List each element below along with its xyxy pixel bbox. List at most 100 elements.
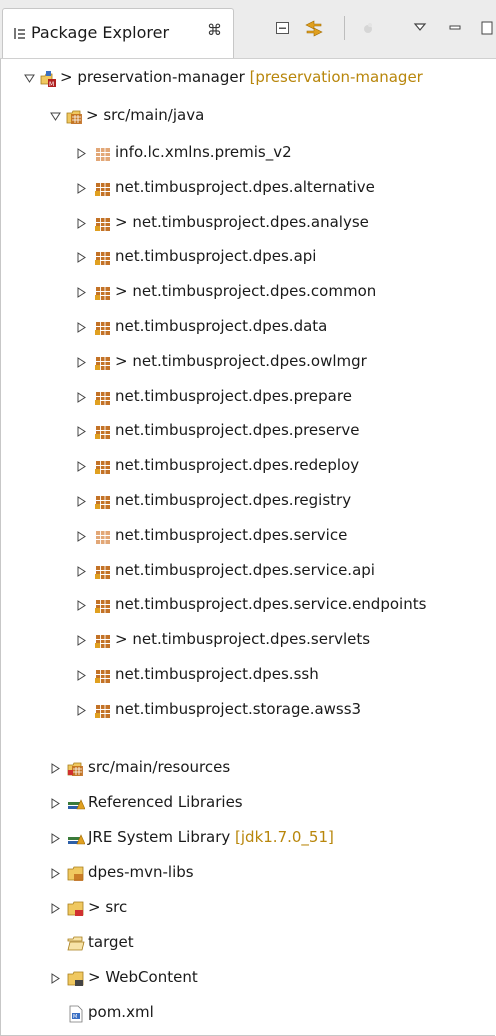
tree-item-package[interactable]: net.timbusproject.dpes.redeploy bbox=[0, 450, 496, 484]
tree-item-src-main-java[interactable]: > src/main/java bbox=[0, 100, 496, 134]
tree-item-referenced-libraries[interactable]: Referenced Libraries bbox=[0, 787, 496, 821]
library-icon bbox=[68, 799, 85, 810]
chevron-down-icon[interactable] bbox=[50, 111, 61, 122]
chevron-right-icon[interactable] bbox=[50, 903, 61, 914]
svg-text:M: M bbox=[49, 81, 54, 88]
tree-item-label: Referenced Libraries bbox=[88, 793, 243, 811]
tree-item-package[interactable]: net.timbusproject.dpes.service.api bbox=[0, 555, 496, 589]
source-folder-icon bbox=[67, 762, 83, 776]
tree-item-label: net.timbusproject.dpes.alternative bbox=[115, 177, 375, 196]
chevron-right-icon[interactable] bbox=[76, 182, 87, 194]
chevron-right-icon[interactable] bbox=[76, 356, 87, 368]
chevron-right-icon[interactable] bbox=[76, 287, 87, 299]
svg-text:M: M bbox=[73, 1014, 77, 1020]
chevron-right-icon[interactable] bbox=[50, 763, 61, 774]
chevron-right-icon[interactable] bbox=[76, 252, 87, 264]
tree-item-label: src/main/resources bbox=[88, 758, 231, 776]
maven-project-icon: M bbox=[40, 71, 56, 88]
package-icon bbox=[95, 287, 110, 301]
tree-item-project[interactable]: M > preservation-manager [preservation-m… bbox=[0, 62, 496, 96]
tree-item-package[interactable]: > net.timbusproject.dpes.analyse bbox=[0, 207, 496, 241]
tree-item-package[interactable]: net.timbusproject.dpes.service bbox=[0, 520, 496, 554]
tree-item-label: net.timbusproject.dpes.service bbox=[115, 525, 348, 544]
tab-package-explorer[interactable]: Package Explorer ⌘ bbox=[2, 8, 234, 58]
chevron-right-icon[interactable] bbox=[76, 217, 87, 229]
dirty-marker: > bbox=[115, 351, 133, 370]
chevron-down-icon[interactable] bbox=[24, 73, 35, 84]
tree-item-label: net.timbusproject.dpes.ssh bbox=[115, 665, 319, 683]
chevron-right-icon[interactable] bbox=[76, 670, 87, 681]
tree-item-src-main-resources[interactable]: src/main/resources bbox=[0, 752, 496, 786]
tree-item-src[interactable]: > src bbox=[0, 892, 496, 926]
tree-item-package[interactable]: net.timbusproject.dpes.service.endpoints bbox=[0, 589, 496, 623]
tree-item-package[interactable]: > net.timbusproject.dpes.servlets bbox=[0, 624, 496, 658]
dirty-marker: > bbox=[115, 212, 133, 231]
tree-item-label: net.timbusproject.dpes.service.api bbox=[115, 560, 375, 579]
chevron-right-icon[interactable] bbox=[50, 973, 61, 984]
tree-item-package[interactable]: net.timbusproject.dpes.preserve bbox=[0, 415, 496, 449]
chevron-right-icon[interactable] bbox=[76, 148, 87, 159]
tree-item-pom-xml[interactable]: M pom.xml bbox=[0, 997, 496, 1031]
tree-item-package[interactable]: net.timbusproject.dpes.registry bbox=[0, 485, 496, 519]
source-folder-icon bbox=[66, 110, 82, 124]
tree-item-label: net.timbusproject.dpes.api bbox=[115, 247, 317, 266]
tree-item-package[interactable]: > net.timbusproject.dpes.owlmgr bbox=[0, 346, 496, 380]
tree-item-package[interactable]: net.timbusproject.dpes.data bbox=[0, 311, 496, 345]
chevron-right-icon[interactable] bbox=[50, 868, 61, 879]
folder-icon bbox=[67, 866, 84, 881]
package-icon bbox=[95, 635, 110, 649]
chevron-right-icon[interactable] bbox=[76, 704, 87, 716]
tree-item-package[interactable]: net.timbusproject.dpes.ssh bbox=[0, 659, 496, 693]
tree-item-label: preservation-manager bbox=[77, 68, 245, 86]
dirty-marker: > bbox=[86, 106, 104, 124]
chevron-right-icon[interactable] bbox=[76, 600, 87, 612]
close-icon[interactable]: ⌘ bbox=[207, 21, 222, 39]
package-icon bbox=[96, 530, 110, 544]
tree-item-label: net.timbusproject.dpes.prepare bbox=[115, 386, 352, 405]
tree-item-jre-system-library[interactable]: JRE System Library [jdk1.7.0_51] bbox=[0, 822, 496, 856]
tree-item-package[interactable]: net.timbusproject.dpes.alternative bbox=[0, 172, 496, 206]
tree-item-label: target bbox=[88, 933, 134, 951]
tree-item-label: net.timbusproject.dpes.redeploy bbox=[115, 456, 360, 475]
maximize-icon[interactable] bbox=[480, 18, 494, 38]
minimize-icon[interactable] bbox=[448, 18, 462, 38]
dirty-marker: > bbox=[60, 68, 78, 86]
toolbar-separator bbox=[344, 16, 345, 40]
dirty-marker: > bbox=[115, 282, 133, 301]
package-icon bbox=[95, 496, 110, 509]
chevron-right-icon[interactable] bbox=[76, 635, 87, 647]
tree-item-webcontent[interactable]: > WebContent bbox=[0, 962, 496, 996]
package-icon bbox=[95, 322, 110, 335]
tree-item-label: net.timbusproject.dpes.preserve bbox=[115, 421, 360, 440]
collapse-all-icon[interactable] bbox=[275, 18, 291, 38]
chevron-right-icon[interactable] bbox=[76, 565, 87, 577]
chevron-right-icon[interactable] bbox=[76, 322, 87, 333]
link-with-editor-icon[interactable] bbox=[304, 18, 324, 38]
tree-item-dpes-mvn-libs[interactable]: dpes-mvn-libs bbox=[0, 857, 496, 891]
chevron-right-icon[interactable] bbox=[76, 496, 87, 507]
folder-icon bbox=[67, 971, 84, 986]
view-menu-icon[interactable] bbox=[413, 18, 427, 38]
chevron-right-icon[interactable] bbox=[76, 426, 87, 438]
chevron-right-icon[interactable] bbox=[76, 461, 87, 473]
chevron-right-icon[interactable] bbox=[50, 798, 61, 809]
tree-item-package[interactable]: > net.timbusproject.dpes.common bbox=[0, 276, 496, 310]
dirty-marker: > bbox=[115, 630, 133, 649]
tree-item-label: JRE System Library bbox=[88, 828, 231, 846]
library-icon bbox=[68, 834, 85, 845]
chevron-right-icon[interactable] bbox=[76, 391, 87, 403]
tree-item-label: net.timbusproject.dpes.servlets bbox=[132, 630, 371, 649]
xml-file-icon: M bbox=[69, 1005, 83, 1023]
chevron-right-icon[interactable] bbox=[50, 833, 61, 844]
tree-item-target[interactable]: target bbox=[0, 927, 496, 961]
package-icon bbox=[95, 356, 110, 370]
package-icon bbox=[95, 252, 110, 266]
tree-item-package[interactable]: info.lc.xmlns.premis_v2 bbox=[0, 137, 496, 171]
focus-icon[interactable] bbox=[360, 18, 376, 38]
tree-item-package[interactable]: net.timbusproject.dpes.api bbox=[0, 241, 496, 275]
chevron-right-icon[interactable] bbox=[76, 530, 87, 542]
package-tree[interactable]: M > preservation-manager [preservation-m… bbox=[0, 58, 496, 1036]
tree-item-package[interactable]: net.timbusproject.storage.awss3 bbox=[0, 694, 496, 728]
tree-item-package[interactable]: net.timbusproject.dpes.prepare bbox=[0, 381, 496, 415]
package-icon bbox=[95, 670, 110, 683]
